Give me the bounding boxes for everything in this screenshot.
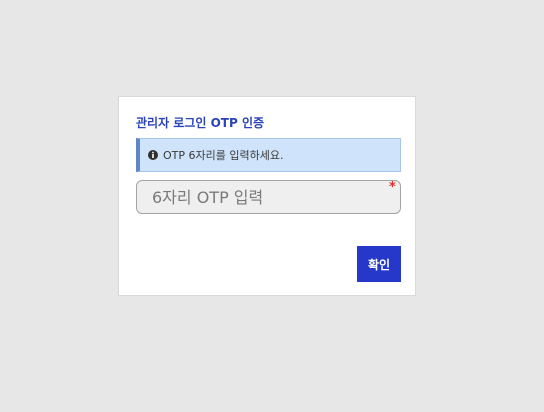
- otp-input[interactable]: [136, 180, 401, 214]
- info-alert: OTP 6자리를 입력하세요.: [136, 138, 401, 172]
- required-marker: *: [389, 180, 396, 195]
- alert-message: OTP 6자리를 입력하세요.: [163, 149, 284, 162]
- card-title: 관리자 로그인 OTP 인증: [136, 116, 265, 130]
- confirm-button[interactable]: 확인: [357, 246, 401, 282]
- info-circle-icon: [148, 150, 158, 160]
- otp-login-card: 관리자 로그인 OTP 인증 OTP 6자리를 입력하세요. * 확인: [118, 96, 416, 296]
